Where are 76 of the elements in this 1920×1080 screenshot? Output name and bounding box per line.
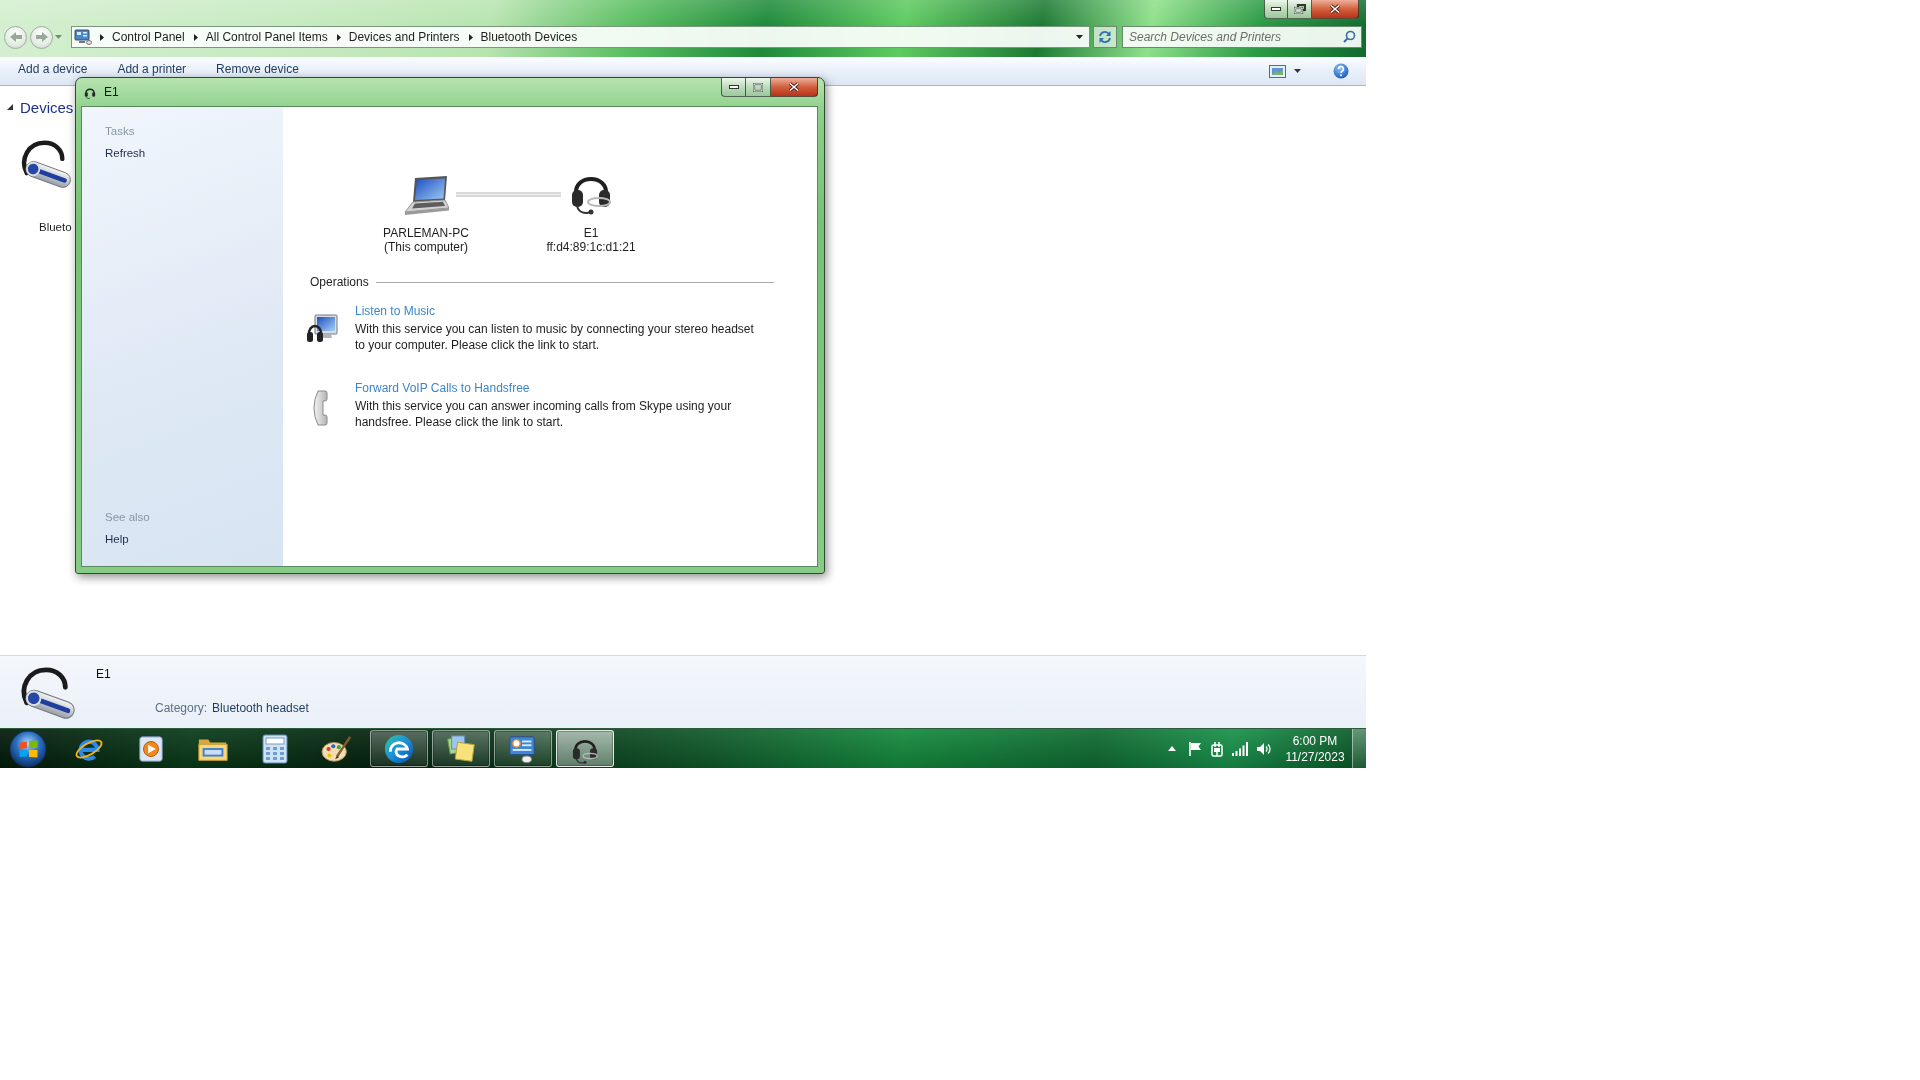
- close-button[interactable]: [1312, 0, 1359, 19]
- restore-icon: [1293, 4, 1306, 14]
- minimize-icon: [728, 85, 739, 89]
- monitor-settings-icon: [508, 733, 538, 764]
- play-icon: [136, 733, 166, 764]
- orb-icon: [9, 729, 47, 768]
- laptop-icon: [403, 176, 449, 216]
- close-button[interactable]: [771, 78, 818, 97]
- search-field[interactable]: Search Devices and Printers: [1122, 26, 1362, 48]
- task-link[interactable]: Refresh: [105, 146, 146, 160]
- breadcrumb[interactable]: All Control Panel Items: [205, 30, 328, 44]
- picture-icon: [1269, 64, 1286, 78]
- breadcrumb-arrow-icon[interactable]: [336, 33, 341, 41]
- service-link[interactable]: Forward VoIP Calls to Handsfree: [355, 380, 530, 396]
- minimize-button[interactable]: [1264, 0, 1288, 19]
- minimize-icon: [1271, 7, 1281, 11]
- toolbar-button[interactable]: Add a device: [8, 62, 98, 77]
- refresh-button[interactable]: [1093, 26, 1117, 48]
- toolbar-button[interactable]: Remove device: [206, 62, 309, 77]
- service-link[interactable]: Listen to Music: [355, 303, 436, 319]
- show-desktop-button[interactable]: [1352, 728, 1366, 768]
- refresh-icon: [1098, 30, 1112, 44]
- computer-name: PARLEMAN-PC: [383, 226, 469, 240]
- monitor-headphones-icon: [306, 313, 338, 345]
- caret-icon: [1294, 69, 1301, 73]
- section-heading: Operations: [310, 275, 369, 289]
- dialog-title: E1: [104, 85, 119, 99]
- section-heading: See also: [105, 510, 150, 524]
- expand-arrow-icon[interactable]: [7, 104, 13, 110]
- task-link[interactable]: Help: [105, 532, 129, 546]
- arrow-left-icon: [9, 32, 22, 42]
- taskbar-button[interactable]: [370, 730, 428, 767]
- power-plug-icon[interactable]: [1210, 740, 1224, 757]
- device-label[interactable]: Blueto: [39, 221, 72, 233]
- breadcrumb-arrow-icon[interactable]: [100, 33, 104, 41]
- breadcrumb-arrow-icon[interactable]: [468, 33, 473, 41]
- monitor-icon: [74, 29, 92, 45]
- taskbar-button[interactable]: [432, 730, 490, 767]
- close-icon: [1329, 4, 1341, 14]
- device-name: E1: [583, 226, 599, 240]
- toolbar-button[interactable]: Add a printer: [107, 62, 197, 77]
- signal-bars-icon[interactable]: [1232, 741, 1248, 756]
- help-icon: [1333, 63, 1349, 79]
- taskbar-button[interactable]: [494, 730, 552, 767]
- breadcrumb[interactable]: Devices and Printers: [348, 30, 460, 44]
- caret-icon[interactable]: [1076, 35, 1083, 39]
- restore-button[interactable]: [1288, 0, 1312, 19]
- palette-icon: [321, 733, 353, 764]
- caret-icon: [54, 35, 62, 39]
- breadcrumb[interactable]: Bluetooth Devices: [480, 30, 578, 44]
- service-description: With this service you can answer incoming calls from Skype using your handsfree. Please click the link to start.: [355, 398, 733, 430]
- maximize-icon: [753, 82, 763, 92]
- breadcrumb-arrow-icon[interactable]: [193, 33, 198, 41]
- group-title[interactable]: Devices: [20, 98, 74, 116]
- minimize-button[interactable]: [721, 78, 746, 97]
- arrow-right-icon: [35, 32, 48, 42]
- category-label: Category:: [155, 701, 208, 715]
- clock-time[interactable]: 6:00 PM: [1292, 732, 1338, 749]
- category-value: Bluetooth headset: [212, 701, 309, 715]
- swirl-logo-icon: [384, 733, 414, 764]
- calculator-icon: [262, 733, 288, 764]
- clock-date[interactable]: 11/27/2023: [1285, 748, 1345, 765]
- device-address: ff:d4:89:1c:d1:21: [546, 240, 636, 254]
- flag-icon[interactable]: [1188, 740, 1202, 757]
- computer-note: (This computer): [384, 240, 468, 254]
- maximize-button[interactable]: [746, 78, 771, 97]
- search-icon[interactable]: [1343, 30, 1356, 43]
- address-bar[interactable]: Control Panel All Control Panel Items Devices and Printers Bluetooth Devices: [71, 26, 1090, 48]
- section-heading: Tasks: [105, 124, 135, 138]
- sticky-notes-icon: [446, 733, 476, 764]
- caret-up-icon: [1168, 746, 1176, 751]
- service-description: With this service you can listen to music by connecting your stereo headset to your computer. Please click the link to start.: [355, 321, 755, 353]
- taskbar-button[interactable]: [556, 730, 614, 767]
- breadcrumb[interactable]: Control Panel: [112, 30, 185, 44]
- device-name: E1: [96, 667, 111, 681]
- close-icon: [788, 82, 800, 92]
